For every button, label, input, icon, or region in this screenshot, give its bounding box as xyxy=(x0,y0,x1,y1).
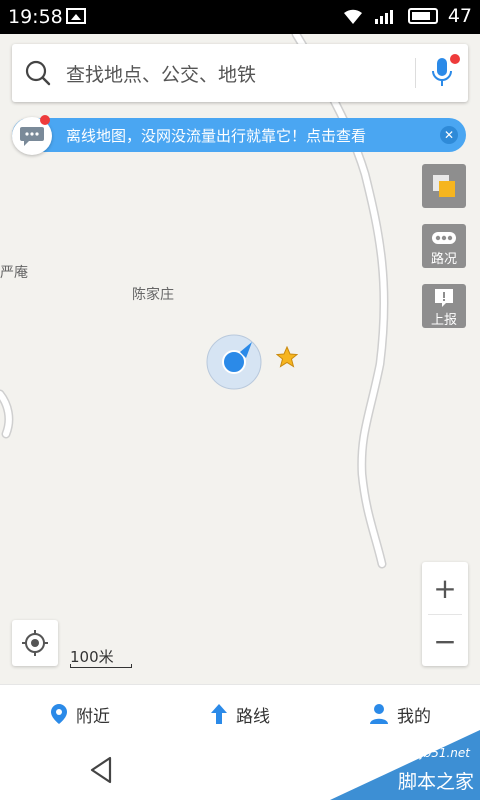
message-bubble-icon xyxy=(12,115,52,155)
battery-icon xyxy=(407,8,438,24)
report-icon xyxy=(435,289,453,307)
watermark: jb51.net 脚本之家 xyxy=(330,730,480,800)
search-input[interactable]: 查找地点、公交、地铁 xyxy=(66,60,256,87)
zoom-control: + − xyxy=(422,562,468,666)
status-time: 19:58 xyxy=(8,6,63,28)
banner-text[interactable]: 离线地图，没网没流量出行就靠它！点击查看 xyxy=(66,125,366,146)
image-notification-icon xyxy=(66,8,86,24)
map-place-label: 陈家庄 xyxy=(132,287,174,303)
map-layers-button[interactable] xyxy=(422,164,466,208)
close-icon[interactable]: ✕ xyxy=(440,126,458,144)
person-icon xyxy=(370,704,388,724)
traffic-button[interactable]: 路况 xyxy=(422,224,466,268)
traffic-label: 路况 xyxy=(430,252,457,267)
locate-me-button[interactable] xyxy=(12,620,58,666)
search-bar[interactable]: 查找地点、公交、地铁 xyxy=(12,44,468,102)
map-place-label: 严庵 xyxy=(0,265,28,281)
voice-notification-dot xyxy=(450,54,460,64)
banner-notification-dot xyxy=(40,115,50,125)
zoom-in-button[interactable]: + xyxy=(422,562,468,614)
scale-bar xyxy=(70,664,132,668)
watermark-brand: 脚本之家 xyxy=(397,771,474,793)
zoom-out-button[interactable]: − xyxy=(422,615,468,667)
back-icon[interactable] xyxy=(88,756,114,784)
location-pin-icon xyxy=(51,704,67,724)
traffic-icon xyxy=(432,232,456,244)
nav-route-label: 路线 xyxy=(236,706,270,727)
favorite-star-icon[interactable] xyxy=(276,346,298,368)
current-location-icon[interactable] xyxy=(204,332,264,392)
offline-map-banner[interactable]: 离线地图，没网没流量出行就靠它！点击查看 ✕ xyxy=(12,115,466,155)
search-divider xyxy=(415,58,416,88)
nav-nearby[interactable]: 附近 xyxy=(0,685,160,743)
crosshair-icon xyxy=(22,630,48,656)
nav-mine-label: 我的 xyxy=(397,706,431,727)
report-label: 上报 xyxy=(430,313,457,328)
nav-nearby-label: 附近 xyxy=(76,706,110,727)
signal-icon xyxy=(374,10,393,24)
battery-percent: 47 xyxy=(447,5,472,27)
wifi-icon xyxy=(343,9,362,24)
search-icon xyxy=(25,60,51,86)
status-bar: 19:58 47 xyxy=(0,0,480,34)
nav-route[interactable]: 路线 xyxy=(160,685,320,743)
layers-icon xyxy=(433,175,455,197)
arrow-up-icon xyxy=(211,704,227,724)
watermark-site: jb51.net xyxy=(420,746,470,760)
report-button[interactable]: 上报 xyxy=(422,284,466,328)
